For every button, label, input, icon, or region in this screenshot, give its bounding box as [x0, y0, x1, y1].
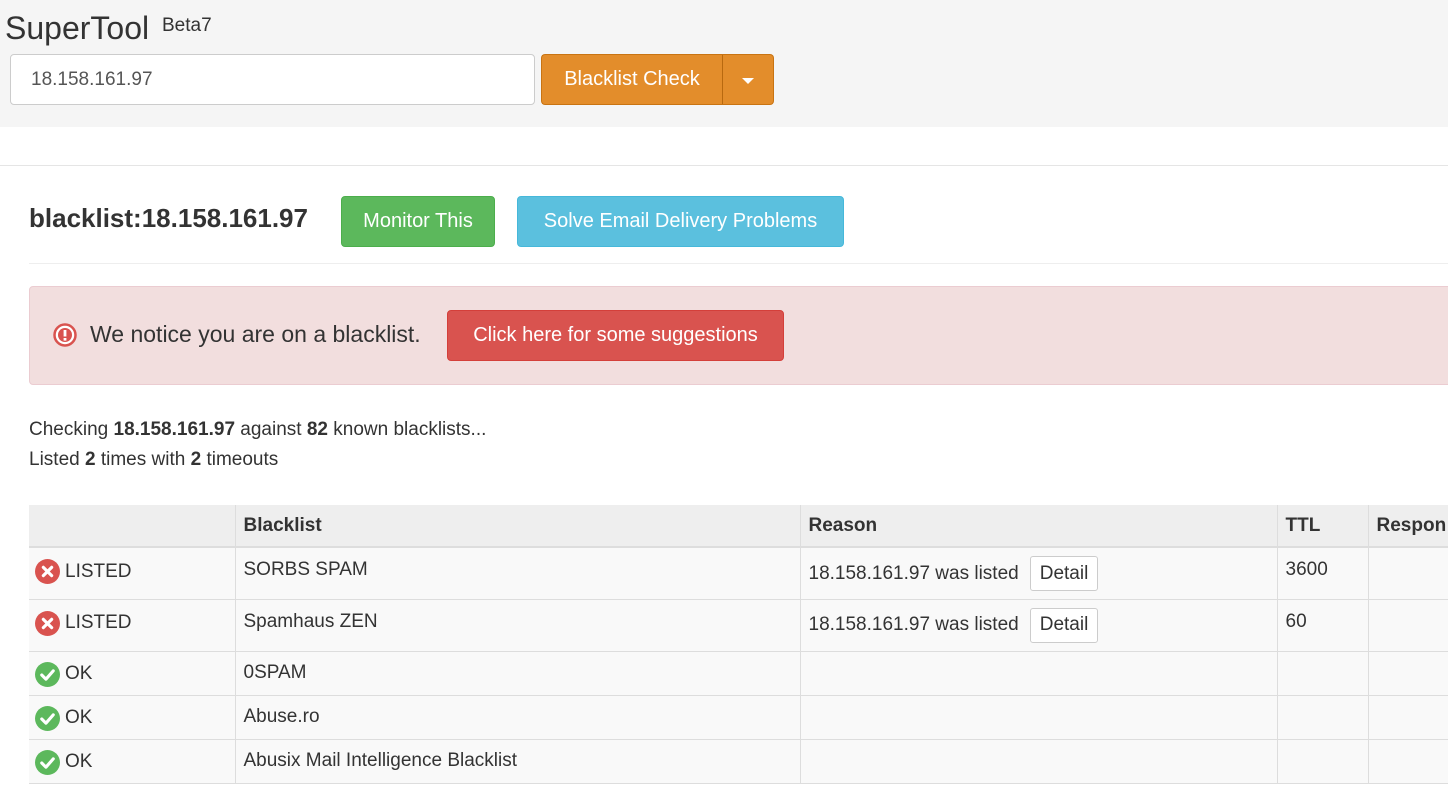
brand-name: SuperTool	[5, 10, 150, 46]
top-bar: SuperTool Beta7 Blacklist Check	[0, 0, 1448, 127]
summary-text: known blacklists...	[333, 419, 487, 440]
response-cell	[1368, 599, 1448, 652]
reason-cell	[800, 695, 1278, 740]
blacklist-name: Abusix Mail Intelligence Blacklist	[235, 739, 801, 784]
alert-message: We notice you are on a blacklist.	[90, 321, 421, 347]
summary-text: Checking	[29, 419, 109, 440]
ttl-cell	[1277, 695, 1369, 740]
response-cell	[1368, 695, 1448, 740]
column-header-ttl[interactable]: TTL	[1277, 505, 1369, 548]
status-label: OK	[65, 663, 93, 684]
column-header-status	[29, 505, 236, 548]
chevron-down-icon	[742, 78, 754, 84]
ttl-cell	[1277, 739, 1369, 784]
ttl-cell: 3600	[1277, 547, 1369, 600]
divider	[29, 263, 1448, 264]
status-cell: OK	[29, 695, 236, 740]
check-circle-icon	[35, 749, 60, 775]
divider	[0, 165, 1448, 166]
check-circle-icon	[35, 705, 60, 731]
checked-ip: 18.158.161.97	[113, 419, 236, 440]
ttl-cell	[1277, 651, 1369, 696]
summary-text: timeouts	[206, 449, 279, 470]
check-button-group: Blacklist Check	[541, 54, 774, 105]
monitor-this-button[interactable]: Monitor This	[341, 196, 495, 247]
blacklist-name: 0SPAM	[235, 651, 801, 696]
response-cell	[1368, 547, 1448, 600]
reason-cell: 18.158.161.97 was listed Detail	[800, 599, 1278, 652]
column-header-response[interactable]: Respon	[1368, 505, 1448, 548]
reason-cell	[800, 739, 1278, 784]
listed-count: 2	[84, 449, 96, 470]
detail-button[interactable]: Detail	[1029, 556, 1099, 591]
summary-text: Listed	[29, 449, 80, 470]
column-header-reason[interactable]: Reason	[800, 505, 1278, 548]
status-label: LISTED	[65, 560, 132, 582]
listed-summary: Listed 2 times with 2 timeouts	[29, 449, 278, 471]
blacklist-check-button[interactable]: Blacklist Check	[541, 54, 723, 105]
blacklist-alert: We notice you are on a blacklist. Click …	[29, 286, 1448, 385]
table-header-row: Blacklist Reason TTL Respon	[29, 505, 1448, 548]
solve-email-problems-button[interactable]: Solve Email Delivery Problems	[517, 196, 844, 247]
status-cell: LISTED	[29, 599, 236, 652]
detail-button[interactable]: Detail	[1029, 607, 1099, 643]
table-row: OK 0SPAM	[29, 651, 1448, 696]
summary-text: times with	[100, 449, 186, 470]
blacklist-name: SORBS SPAM	[235, 547, 801, 600]
status-cell: OK	[29, 739, 236, 784]
brand-version: Beta7	[162, 15, 212, 36]
table-row: OK Abuse.ro	[29, 695, 1448, 740]
status-label: OK	[65, 707, 93, 728]
check-circle-icon	[35, 661, 60, 687]
blacklist-count: 82	[306, 419, 328, 440]
table-row: OK Abusix Mail Intelligence Blacklist	[29, 739, 1448, 784]
search-input[interactable]	[10, 54, 535, 105]
blacklist-name: Abuse.ro	[235, 695, 801, 740]
status-cell: LISTED	[29, 547, 236, 600]
check-type-dropdown-button[interactable]	[723, 54, 774, 105]
x-circle-icon	[35, 559, 60, 584]
response-cell	[1368, 739, 1448, 784]
x-circle-icon	[35, 610, 60, 636]
blacklist-name: Spamhaus ZEN	[235, 599, 801, 652]
summary-text: against	[240, 419, 302, 440]
timeouts-count: 2	[190, 449, 202, 470]
reason-cell	[800, 651, 1278, 696]
exclamation-circle-icon	[53, 323, 77, 347]
status-cell: OK	[29, 651, 236, 696]
suggestions-button[interactable]: Click here for some suggestions	[447, 310, 784, 361]
reason-text: 18.158.161.97 was listed	[808, 614, 1019, 635]
status-label: OK	[65, 751, 93, 772]
page-title: blacklist:18.158.161.97	[29, 203, 308, 233]
results-table: Blacklist Reason TTL Respon LISTED SORBS…	[29, 505, 1448, 784]
ttl-cell: 60	[1277, 599, 1369, 652]
reason-text: 18.158.161.97 was listed	[808, 562, 1019, 584]
reason-cell: 18.158.161.97 was listed Detail	[800, 547, 1278, 600]
checking-summary: Checking 18.158.161.97 against 82 known …	[29, 419, 486, 441]
response-cell	[1368, 651, 1448, 696]
table-row: LISTED Spamhaus ZEN 18.158.161.97 was li…	[29, 599, 1448, 652]
column-header-blacklist[interactable]: Blacklist	[235, 505, 801, 548]
table-row: LISTED SORBS SPAM 18.158.161.97 was list…	[29, 547, 1448, 600]
status-label: LISTED	[65, 612, 132, 633]
